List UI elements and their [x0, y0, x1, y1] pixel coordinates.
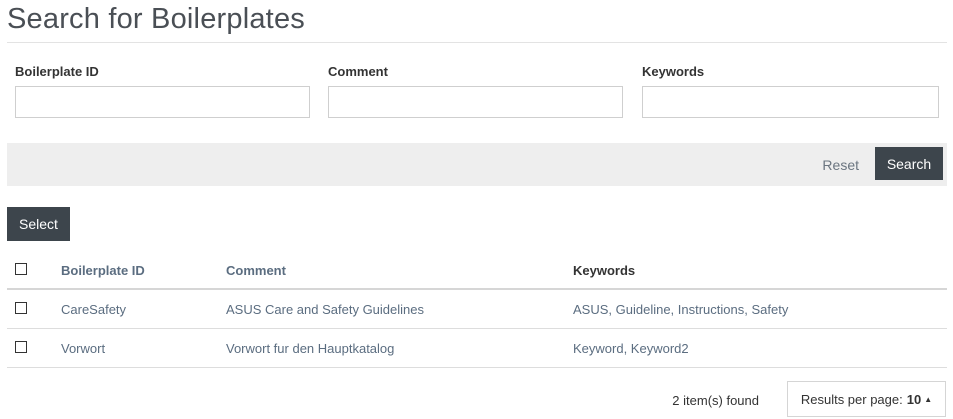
caret-up-icon: ▲: [924, 394, 933, 404]
column-header-boilerplate-id[interactable]: Boilerplate ID: [61, 263, 145, 278]
per-page-value: 10: [906, 391, 922, 407]
reset-link[interactable]: Reset: [822, 157, 859, 173]
row-keywords: Keyword, Keyword2: [573, 341, 689, 356]
results-count: 2 item(s) found: [672, 393, 759, 408]
row-comment: Vorwort fur den Hauptkatalog: [226, 341, 395, 356]
table-header-divider: [7, 288, 947, 290]
row-checkbox[interactable]: [15, 302, 27, 314]
row-boilerplate-id[interactable]: CareSafety: [61, 302, 126, 317]
row-keywords: ASUS, Guideline, Instructions, Safety: [573, 302, 789, 317]
boilerplate-id-input[interactable]: [15, 86, 310, 118]
select-button[interactable]: Select: [7, 207, 70, 241]
keywords-label: Keywords: [642, 64, 705, 79]
comment-input[interactable]: [328, 86, 623, 118]
select-all-checkbox[interactable]: [15, 263, 27, 275]
search-action-bar: Reset Search: [7, 143, 947, 186]
results-per-page-dropdown[interactable]: Results per page: 10 ▲: [787, 381, 946, 417]
comment-label: Comment: [328, 64, 388, 79]
row-boilerplate-id[interactable]: Vorwort: [61, 341, 105, 356]
search-button[interactable]: Search: [875, 147, 943, 180]
keywords-input[interactable]: [642, 86, 939, 118]
row-divider: [7, 328, 947, 329]
column-header-keywords: Keywords: [573, 263, 636, 278]
row-comment: ASUS Care and Safety Guidelines: [226, 302, 424, 317]
title-divider: [7, 42, 947, 43]
column-header-comment[interactable]: Comment: [226, 263, 286, 278]
boilerplate-id-label: Boilerplate ID: [15, 64, 99, 79]
page-title: Search for Boilerplates: [7, 3, 305, 35]
row-divider: [7, 367, 947, 368]
row-checkbox[interactable]: [15, 341, 27, 353]
per-page-label: Results per page:: [800, 391, 903, 407]
